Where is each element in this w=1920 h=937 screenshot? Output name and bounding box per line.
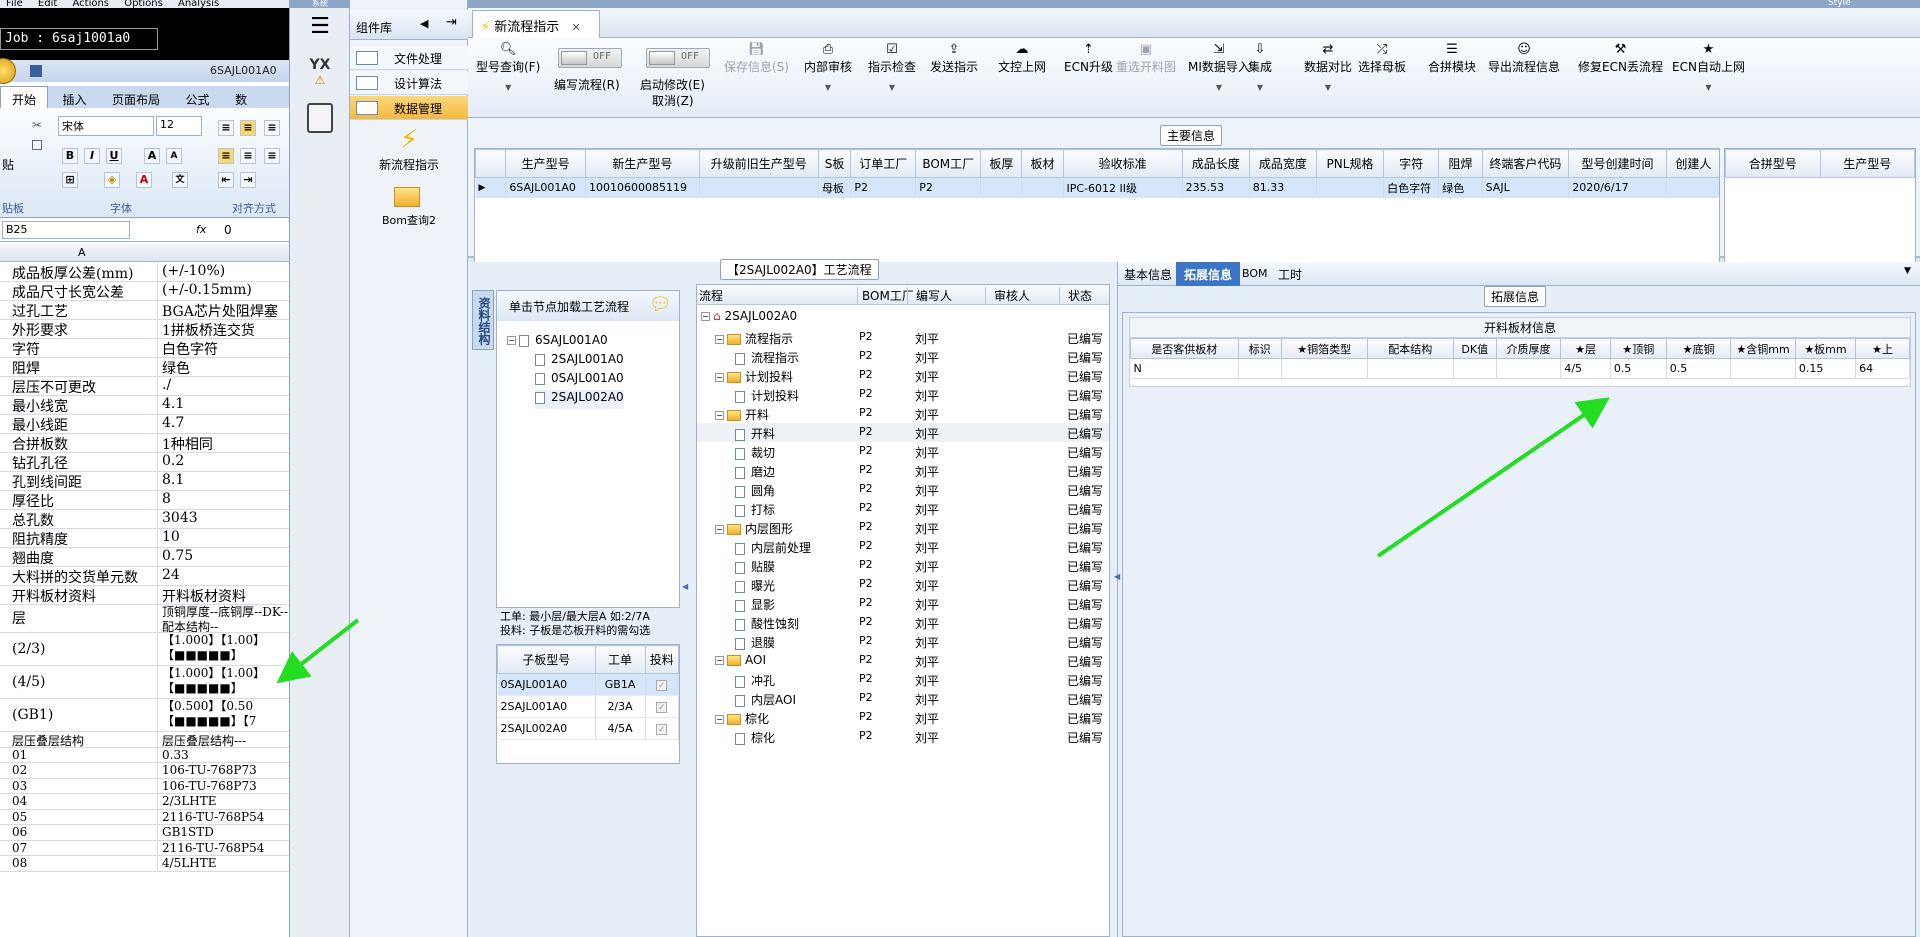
arrow-left — [276, 618, 360, 684]
annotation-arrows — [276, 397, 1610, 684]
arrow-right — [1376, 397, 1610, 558]
